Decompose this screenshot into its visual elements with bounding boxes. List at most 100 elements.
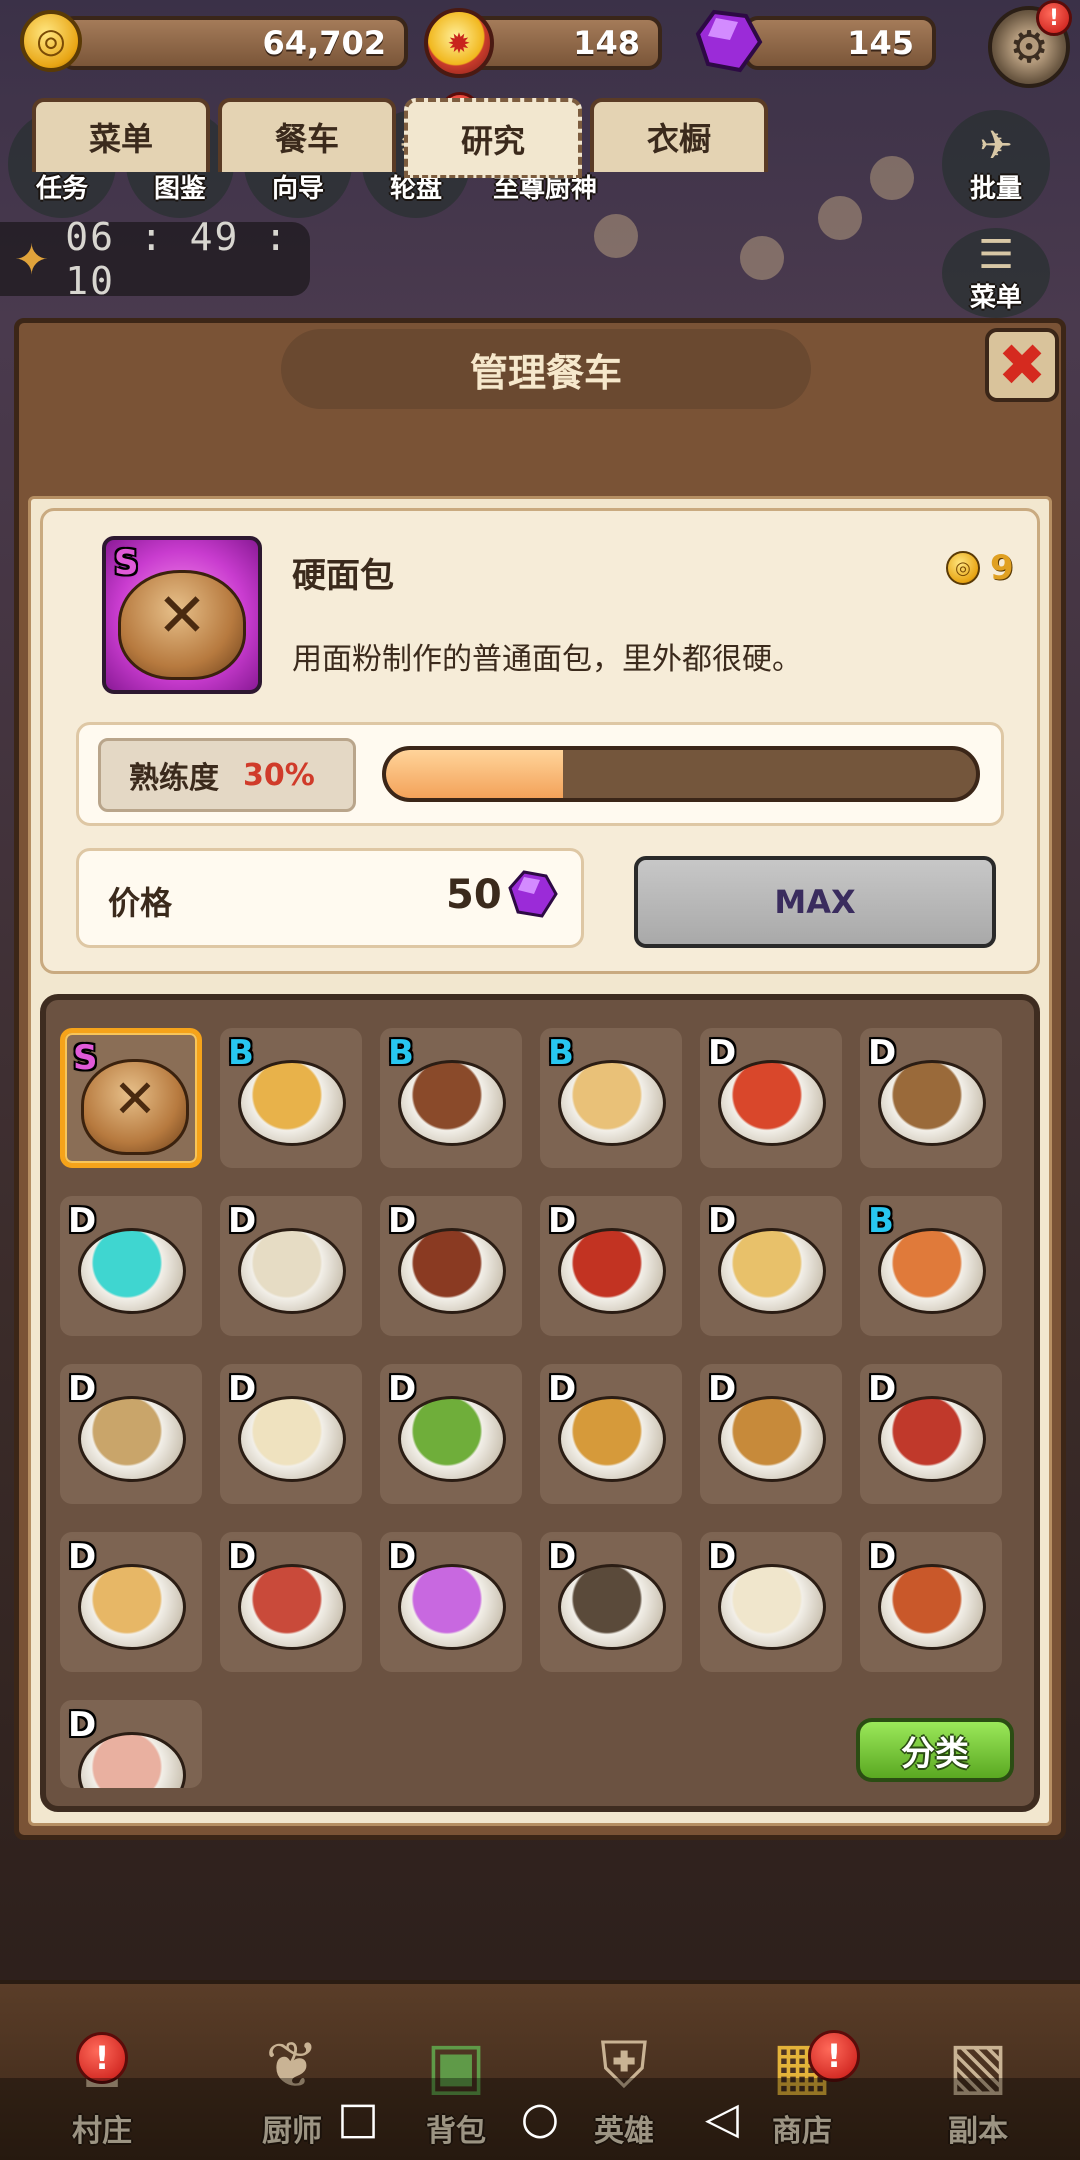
home-icon[interactable]: ○ <box>517 2096 563 2142</box>
recipe-cell-corn-soup[interactable]: B <box>220 1028 362 1168</box>
coin-counter: 64,702 <box>60 16 408 70</box>
currency-bar: 64,702 ◎ 148 ✹ 145 ⚙ ! <box>0 0 1080 90</box>
mastery-progress-fill <box>386 750 563 798</box>
apple-tart-icon <box>878 1228 986 1314</box>
tab-menu[interactable]: 菜单 <box>32 98 210 172</box>
max-button[interactable]: MAX <box>634 856 996 948</box>
recipe-cell-pizza[interactable]: B <box>540 1028 682 1168</box>
grade-badge: D <box>228 1537 257 1577</box>
mastery-label: 熟练度 30% <box>98 738 356 812</box>
village-alert-badge: ! <box>76 2032 128 2084</box>
tab-wardrobe[interactable]: 衣橱 <box>590 98 768 172</box>
recipe-cell-curry-bowl[interactable]: D <box>860 1532 1002 1672</box>
recipe-cell-rice-bowl[interactable]: D <box>700 1532 842 1672</box>
recipe-cell-meatballs[interactable]: D <box>380 1196 522 1336</box>
recipe-cell-tea-cup[interactable]: D <box>700 1196 842 1336</box>
recipe-cell-skewers[interactable]: B <box>380 1028 522 1168</box>
shortcut-label: 向导 <box>271 173 324 204</box>
system-navigation-bar: □ ○ ◁ <box>0 2078 1080 2160</box>
alert-badge: ! <box>1036 0 1072 36</box>
grade-badge: D <box>388 1537 417 1577</box>
hard-bread-icon <box>118 570 246 680</box>
grade-badge: D <box>388 1201 417 1241</box>
recipe-grade-badge: S <box>114 543 139 583</box>
recipe-cell-fried-chicken[interactable]: D <box>540 1364 682 1504</box>
recipe-cell-bibimbap[interactable]: D <box>700 1364 842 1504</box>
lantern-light <box>818 196 862 240</box>
shortcut-label: 批量 <box>969 173 1022 204</box>
recipe-cell-apple-tart[interactable]: B <box>860 1196 1002 1336</box>
coin-amount: 64,702 <box>262 24 386 62</box>
grade-badge: B <box>868 1201 894 1241</box>
recipe-cell-blue-drink[interactable]: D <box>60 1196 202 1336</box>
recipe-cell-tomato-soup[interactable]: D <box>540 1196 682 1336</box>
sort-button[interactable]: 分类 <box>856 1718 1014 1782</box>
grade-badge: B <box>228 1033 254 1073</box>
grade-badge: D <box>548 1369 577 1409</box>
timer-text: 06 : 49 : 10 <box>65 215 290 303</box>
recent-apps-icon[interactable]: □ <box>335 2096 381 2142</box>
bird-icon: ✈ <box>979 122 1013 169</box>
recipe-cell-hard-bread[interactable]: S <box>60 1028 202 1168</box>
shortcut-label: 图鉴 <box>153 173 206 204</box>
event-timer: ✦ 06 : 49 : 10 <box>0 215 310 303</box>
grade-badge: D <box>68 1369 97 1409</box>
lantern-light <box>870 156 914 200</box>
medal-counter: 148 <box>466 16 662 70</box>
recipe-description: 用面粉制作的普通面包，里外都很硬。 <box>292 642 802 677</box>
mastery-title: 熟练度 <box>129 761 219 796</box>
tab-research[interactable]: 研究 <box>404 98 582 178</box>
recipe-cell-mocha-cup[interactable]: D <box>220 1532 362 1672</box>
shortcut-menu[interactable]: ☰ 菜单 <box>942 228 1050 318</box>
recipe-cell-cocktail[interactable]: D <box>380 1532 522 1672</box>
close-button[interactable]: ✖ <box>985 328 1059 402</box>
shortcut-label: 任务 <box>35 173 88 204</box>
recipe-cell-salad[interactable]: D <box>380 1364 522 1504</box>
gem-counter: 145 <box>744 16 936 70</box>
recipe-cell-eel-plate[interactable]: D <box>540 1532 682 1672</box>
shop-alert-badge: ! <box>808 2030 860 2082</box>
grade-badge: D <box>708 1369 737 1409</box>
grade-badge: D <box>548 1537 577 1577</box>
recipe-cell-noodle-soup[interactable]: D <box>60 1364 202 1504</box>
shortcut-batch[interactable]: ✈ 批量 <box>942 110 1050 218</box>
recipe-cell-dumplings[interactable]: D <box>60 1532 202 1672</box>
recipe-image: S <box>102 536 262 694</box>
recipe-cell-cream-bowl[interactable]: D <box>220 1364 362 1504</box>
grade-badge: D <box>228 1369 257 1409</box>
lantern-light <box>740 236 784 280</box>
medal-amount: 148 <box>573 24 640 62</box>
carrot-icon: ✦ <box>14 234 50 284</box>
recipe-cell-sushi[interactable]: D <box>700 1028 842 1168</box>
menu-board-icon: ☰ <box>978 231 1014 278</box>
shortcut-label: 菜单 <box>969 282 1022 313</box>
tab-food-truck[interactable]: 餐车 <box>218 98 396 172</box>
recipe-cell-stew-bowl[interactable]: D <box>860 1028 1002 1168</box>
recipe-cell-steamed-buns[interactable]: D <box>60 1700 202 1788</box>
panel-title: 管理餐车 <box>281 329 811 409</box>
price-value: 50 <box>446 872 502 918</box>
recipe-name: 硬面包 <box>292 556 394 596</box>
recipe-cell-lobster-plate[interactable]: D <box>860 1364 1002 1504</box>
back-icon[interactable]: ◁ <box>699 2096 745 2142</box>
medal-icon: ✹ <box>424 8 494 78</box>
grade-badge: D <box>708 1537 737 1577</box>
recipe-cost-value: 9 <box>990 548 1014 588</box>
gem-amount: 145 <box>847 24 914 62</box>
grade-badge: D <box>68 1705 97 1745</box>
coin-icon: ◎ <box>946 551 980 585</box>
grade-badge: D <box>548 1201 577 1241</box>
mastery-progress-bar <box>382 746 980 802</box>
recipe-grid: S B B B D D D D D D D B D D D D D D D D D D D D D <box>40 994 1040 1812</box>
recipe-cell-clam-pasta[interactable]: D <box>220 1196 362 1336</box>
pizza-icon <box>558 1060 666 1146</box>
grade-badge: B <box>548 1033 574 1073</box>
grade-badge: D <box>388 1369 417 1409</box>
skewers-icon <box>398 1060 506 1146</box>
lantern-light <box>594 214 638 258</box>
grade-badge: S <box>73 1038 98 1078</box>
grade-badge: D <box>708 1201 737 1241</box>
gem-icon <box>695 9 763 73</box>
price-label: 价格 <box>108 884 173 922</box>
coin-icon: ◎ <box>20 10 82 72</box>
